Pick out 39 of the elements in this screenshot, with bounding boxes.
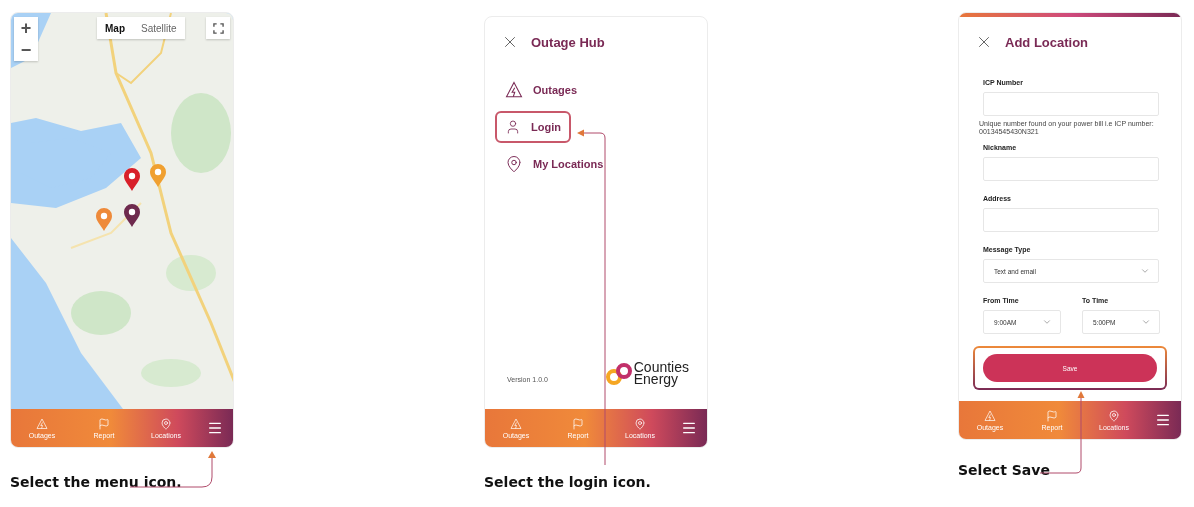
instruction-text: Select Save — [958, 462, 1050, 478]
pin-icon — [505, 155, 523, 173]
menu-title: Outage Hub — [531, 34, 605, 50]
form-title: Add Location — [1005, 34, 1089, 50]
outage-icon — [510, 417, 522, 430]
menu-icon — [681, 420, 697, 436]
logo-icon — [604, 363, 633, 385]
fullscreen-icon — [212, 22, 224, 34]
map-marker-icon[interactable] — [123, 203, 141, 227]
outage-icon — [984, 409, 996, 422]
map-type-tab[interactable]: Map — [97, 17, 133, 39]
outage-icon — [36, 417, 48, 430]
fullscreen-button[interactable] — [206, 17, 230, 39]
input-field[interactable] — [983, 92, 1159, 116]
menu-button[interactable] — [1155, 412, 1171, 428]
map-type-tab[interactable]: Satellite — [133, 17, 185, 39]
menu-button[interactable] — [681, 420, 697, 436]
user-icon — [505, 119, 521, 135]
input-field[interactable] — [983, 157, 1159, 182]
map-marker-icon[interactable] — [123, 167, 141, 191]
menu-button[interactable] — [207, 420, 223, 436]
instruction-text: Select the login icon. — [484, 474, 651, 490]
flag-icon — [98, 417, 110, 430]
menu-item[interactable]: Login — [495, 111, 571, 143]
pin-icon — [1108, 409, 1120, 422]
pin-icon — [160, 417, 172, 430]
zoom-out-button[interactable]: − — [14, 39, 38, 61]
menu-icon — [207, 420, 223, 436]
pin-icon — [634, 417, 646, 430]
map-marker-icon[interactable] — [149, 163, 167, 187]
zoom-in-button[interactable]: + — [14, 17, 38, 39]
instruction-text: Select the menu icon. — [10, 474, 182, 490]
map-marker-icon[interactable] — [95, 207, 113, 231]
flag-icon — [1046, 409, 1058, 422]
brand-name: Counties Energy — [633, 361, 689, 385]
menu-icon — [1155, 412, 1171, 428]
input-field[interactable] — [983, 208, 1159, 233]
flag-icon — [572, 417, 584, 430]
outage-icon — [505, 81, 523, 99]
